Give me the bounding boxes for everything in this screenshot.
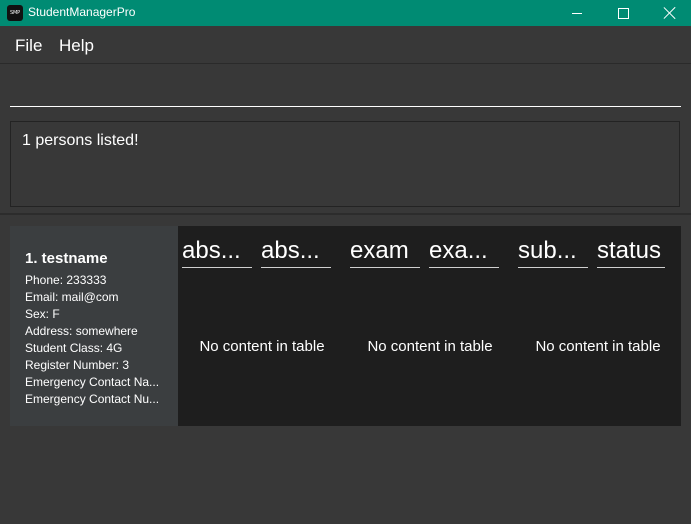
table-header-row: abs... abs...: [182, 236, 340, 268]
menu-file[interactable]: File: [15, 36, 42, 56]
empty-table-message: No content in table: [535, 338, 661, 355]
column-header[interactable]: status: [597, 236, 665, 268]
column-header[interactable]: abs...: [261, 236, 331, 268]
column-header[interactable]: sub...: [518, 236, 588, 268]
phone-field: Phone: 233333: [25, 273, 107, 287]
result-message: 1 persons listed!: [22, 132, 139, 149]
menu-bar: File Help: [0, 26, 691, 64]
column-header[interactable]: exam: [350, 236, 420, 268]
column-header[interactable]: exa...: [429, 236, 499, 268]
person-card[interactable]: 1. testname Phone: 233333 Email: mail@co…: [10, 226, 681, 426]
maximize-button[interactable]: [600, 0, 646, 26]
close-icon: [663, 7, 675, 19]
table-header-row: exam exa...: [350, 236, 508, 268]
table-header-row: sub... status: [518, 236, 674, 268]
person-name: 1. testname: [25, 250, 108, 267]
command-input[interactable]: [10, 84, 681, 107]
person-info-panel: 1. testname Phone: 233333 Email: mail@co…: [10, 226, 178, 426]
command-box: [0, 64, 691, 115]
sex-field: Sex: F: [25, 307, 60, 321]
absence-table: abs... abs... No content in table: [182, 226, 342, 426]
app-logo-text: SMP: [10, 10, 20, 16]
minimize-icon: [572, 12, 582, 14]
emergency-contact-name-field: Emergency Contact Na...: [25, 375, 160, 389]
empty-table-message: No content in table: [199, 338, 325, 355]
subject-table: sub... status No content in table: [518, 226, 678, 426]
address-field: Address: somewhere: [25, 324, 138, 338]
empty-table-message: No content in table: [367, 338, 493, 355]
app-logo-icon: SMP: [7, 5, 23, 21]
exam-table: exam exa... No content in table: [350, 226, 510, 426]
title-bar: SMP StudentManagerPro: [0, 0, 691, 26]
student-class-field: Student Class: 4G: [25, 341, 123, 355]
menu-help[interactable]: Help: [59, 36, 94, 56]
close-button[interactable]: [646, 0, 691, 26]
maximize-icon: [617, 7, 629, 19]
window-title: StudentManagerPro: [28, 5, 136, 19]
register-number-field: Register Number: 3: [25, 358, 130, 372]
minimize-button[interactable]: [554, 0, 600, 26]
person-fields: Phone: 233333 Email: mail@com Sex: F Add…: [25, 272, 175, 408]
email-field: Email: mail@com: [25, 290, 119, 304]
column-header[interactable]: abs...: [182, 236, 252, 268]
result-display: 1 persons listed!: [10, 121, 680, 207]
section-divider: [0, 213, 691, 215]
emergency-contact-number-field: Emergency Contact Nu...: [25, 392, 160, 406]
